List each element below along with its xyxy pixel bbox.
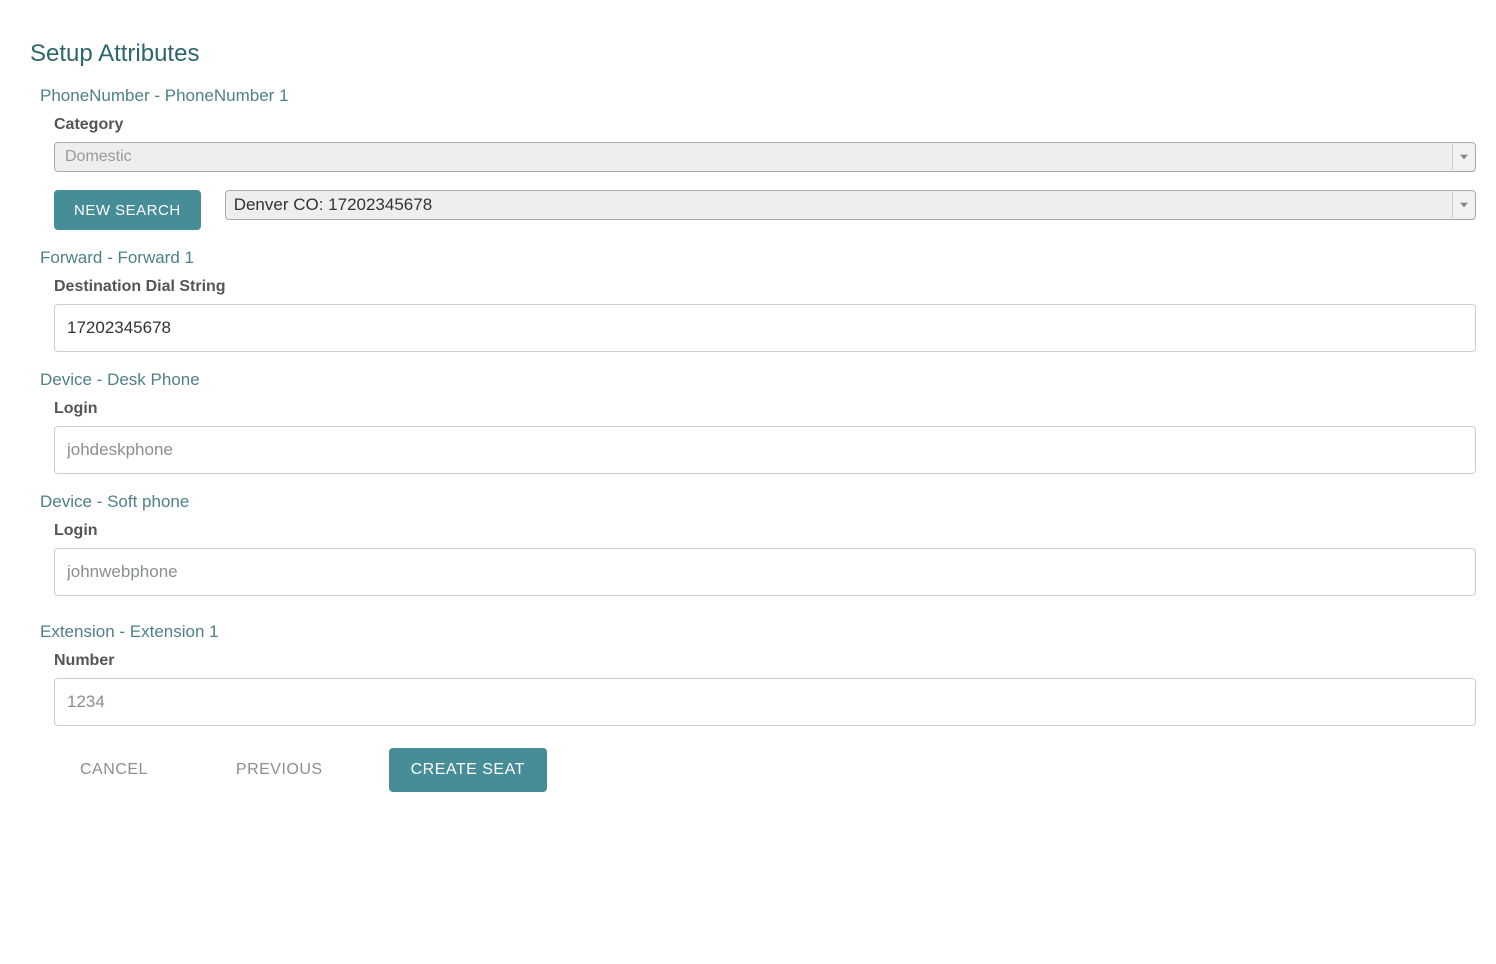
section-device-desk: Device - Desk Phone Login (40, 370, 1476, 474)
extension-number-label: Number (54, 652, 1476, 670)
new-search-button[interactable]: New Search (54, 190, 201, 230)
cancel-button[interactable]: Cancel (58, 748, 170, 792)
extension-number-input[interactable] (54, 678, 1476, 726)
section-phonenumber: PhoneNumber - PhoneNumber 1 Category Dom… (40, 86, 1476, 230)
category-label: Category (54, 116, 1476, 134)
section-extension: Extension - Extension 1 Number (40, 622, 1476, 726)
chevron-down-icon (1452, 144, 1474, 170)
section-header-device-desk: Device - Desk Phone (40, 370, 1476, 390)
section-header-phonenumber: PhoneNumber - PhoneNumber 1 (40, 86, 1476, 106)
section-header-extension: Extension - Extension 1 (40, 622, 1476, 642)
phone-number-select-value: Denver CO: 17202345678 (234, 195, 432, 215)
destination-dial-string-label: Destination Dial String (54, 278, 1476, 296)
section-forward: Forward - Forward 1 Destination Dial Str… (40, 248, 1476, 352)
phone-number-select[interactable]: Denver CO: 17202345678 (225, 190, 1476, 220)
chevron-down-icon (1452, 192, 1474, 218)
section-header-device-soft: Device - Soft phone (40, 492, 1476, 512)
desk-login-input[interactable] (54, 426, 1476, 474)
create-seat-button[interactable]: Create Seat (389, 748, 547, 792)
desk-login-label: Login (54, 400, 1476, 418)
previous-button[interactable]: Previous (214, 748, 345, 792)
category-select[interactable]: Domestic (54, 142, 1476, 172)
category-select-value: Domestic (65, 148, 132, 166)
footer-actions: Cancel Previous Create Seat (58, 748, 1476, 792)
soft-login-label: Login (54, 522, 1476, 540)
section-device-soft: Device - Soft phone Login (40, 492, 1476, 596)
destination-dial-string-input[interactable] (54, 304, 1476, 352)
soft-login-input[interactable] (54, 548, 1476, 596)
section-header-forward: Forward - Forward 1 (40, 248, 1476, 268)
page-title: Setup Attributes (30, 40, 1476, 68)
